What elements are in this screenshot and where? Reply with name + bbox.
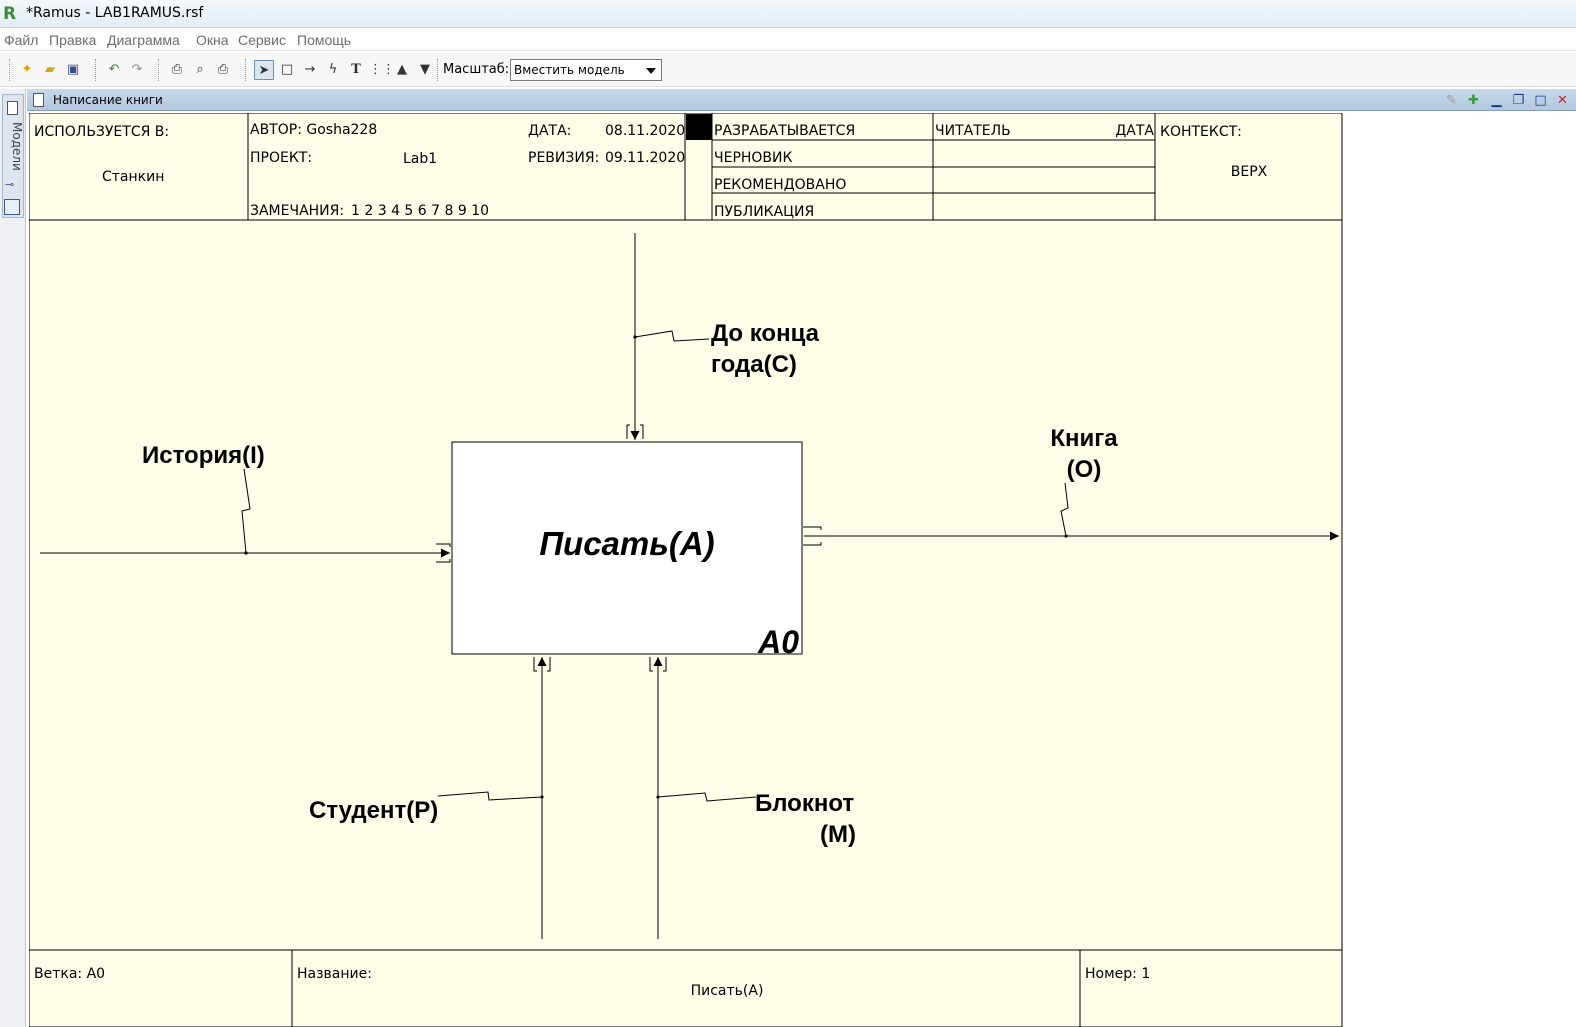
used-in-label: ИСПОЛЬЗУЕТСЯ В:: [34, 124, 169, 140]
menu-windows[interactable]: Окна: [196, 32, 229, 48]
author-label: АВТОР: Gosha228: [250, 122, 377, 138]
toolbar: ✦ ▰ ▣ ↶ ↷ ⎙ ⌕ ⎙ ➤ □ → ϟ T ⋮⋮ ▲ ▼ Масштаб…: [0, 53, 1576, 87]
toolbar-separator: [245, 59, 246, 81]
arrow-tool-icon[interactable]: →: [300, 60, 320, 80]
move-up-icon[interactable]: ▲: [392, 60, 412, 80]
minimize-icon[interactable]: ▁: [1488, 92, 1505, 109]
document-tab-bar: [27, 89, 1576, 111]
scale-label: Масштаб:: [443, 62, 510, 77]
print-preview-icon[interactable]: ⌕: [190, 60, 210, 80]
project-value: Lab1: [403, 151, 437, 167]
reader-date-label: ДАТА: [1115, 123, 1154, 139]
mechanism1-label: Студент(P): [309, 797, 438, 824]
open-folder-icon[interactable]: ▰: [40, 60, 60, 80]
rectangle-tool-icon[interactable]: □: [277, 60, 297, 80]
menu-help[interactable]: Помощь: [297, 32, 351, 48]
restore-icon[interactable]: ❐: [1510, 92, 1527, 109]
number-label: Номер: 1: [1085, 966, 1150, 982]
context-label: КОНТЕКСТ:: [1160, 124, 1242, 140]
project-label: ПРОЕКТ:: [250, 150, 312, 166]
side-panel: [0, 89, 26, 1027]
branch-label: Ветка: A0: [34, 966, 105, 982]
document-icon: [7, 101, 18, 115]
status-recommended: РЕКОМЕНДОВАНО: [714, 177, 846, 193]
name-label: Название:: [297, 966, 372, 982]
reader-label: ЧИТАТЕЛЬ: [935, 123, 1011, 139]
menu-file[interactable]: Файл: [4, 32, 38, 48]
notes-label: ЗАМЕЧАНИЯ:: [250, 203, 344, 219]
control-label-line1: До конца: [711, 320, 820, 347]
menu-bar: Файл Правка Диаграмма Окна Сервис Помощь: [0, 29, 1576, 51]
idef0-diagram: ИСПОЛЬЗУЕТСЯ В: Станкин АВТОР: Gosha228 …: [29, 113, 1343, 1027]
toolbar-separator: [437, 59, 438, 81]
printer-icon[interactable]: ⎙: [213, 60, 233, 80]
print-icon[interactable]: ⎙: [167, 60, 187, 80]
control-label-line2: года(C): [711, 351, 797, 378]
new-icon[interactable]: ✦: [17, 60, 37, 80]
document-icon: [33, 93, 44, 107]
pin-icon[interactable]: ⊸: [5, 178, 14, 191]
save-icon[interactable]: ▣: [63, 60, 83, 80]
menu-service[interactable]: Сервис: [238, 32, 286, 48]
status-working: РАЗРАБАТЫВАЕТСЯ: [714, 123, 855, 139]
lightning-tool-icon[interactable]: ϟ: [323, 60, 343, 80]
pointer-tool-icon[interactable]: ➤: [254, 60, 274, 80]
toolbar-separator: [158, 59, 159, 81]
puzzle-icon[interactable]: ✚: [1465, 92, 1482, 109]
undo-icon[interactable]: ↶: [104, 60, 124, 80]
redo-icon[interactable]: ↷: [127, 60, 147, 80]
move-down-icon[interactable]: ▼: [415, 60, 435, 80]
status-draft: ЧЕРНОВИК: [714, 150, 793, 166]
output-label-line2: (O): [1067, 456, 1102, 483]
menu-edit[interactable]: Правка: [49, 32, 96, 48]
status-marker: [686, 114, 712, 140]
date-label: ДАТА:: [528, 123, 571, 139]
text-tool-icon[interactable]: T: [346, 60, 366, 80]
grid-tool-icon[interactable]: ⋮⋮: [369, 60, 395, 80]
context-value: ВЕРХ: [1231, 164, 1268, 180]
output-label-line1: Книга: [1050, 425, 1118, 452]
chevron-down-icon: [646, 68, 656, 74]
ramus-logo-icon: R: [3, 4, 17, 24]
date-value: 08.11.2020: [605, 123, 685, 139]
maximize-icon[interactable]: □: [1532, 92, 1549, 109]
mechanism2-label-line1: Блокнот: [755, 790, 854, 817]
name-value: Писать(A): [691, 983, 764, 999]
close-icon[interactable]: ✕: [1554, 92, 1571, 109]
activity-number: A0: [757, 624, 799, 660]
input-label: История(I): [142, 442, 265, 469]
document-tab-title[interactable]: Написание книги: [53, 93, 163, 107]
window-title: *Ramus - LAB1RAMUS.rsf: [26, 5, 204, 21]
activity-name: Писать(A): [539, 525, 714, 562]
used-in-value: Станкин: [102, 169, 164, 185]
mechanism2-label-line2: (M): [820, 821, 856, 848]
revision-label: РЕВИЗИЯ:: [528, 150, 599, 166]
title-bar: R *Ramus - LAB1RAMUS.rsf: [0, 0, 1576, 28]
toolbar-separator: [9, 59, 10, 81]
scale-select-value: Вместить модель: [514, 63, 625, 77]
pin-icon[interactable]: ✎: [1443, 92, 1460, 109]
windows-icon[interactable]: [4, 199, 20, 215]
scale-select[interactable]: Вместить модель: [510, 59, 662, 81]
menu-diagram[interactable]: Диаграмма: [107, 32, 180, 48]
notes-value: 1 2 3 4 5 6 7 8 9 10: [351, 203, 489, 219]
status-publication: ПУБЛИКАЦИЯ: [714, 204, 814, 220]
models-tab-label: Модели: [10, 122, 24, 171]
toolbar-separator: [95, 59, 96, 81]
revision-value: 09.11.2020: [605, 150, 685, 166]
